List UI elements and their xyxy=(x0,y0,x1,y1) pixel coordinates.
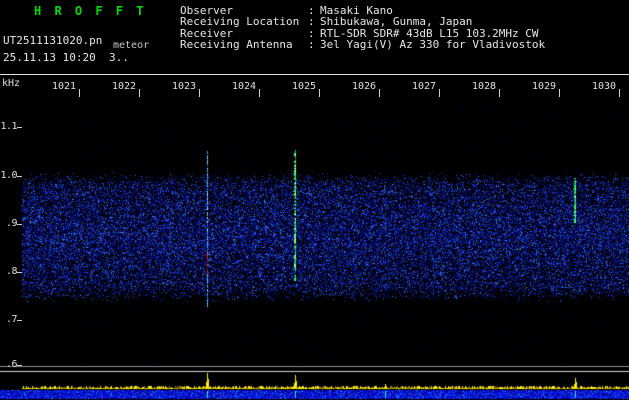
info-row-antenna: Receiving Antenna:3el Yagi(V) Az 330 for… xyxy=(180,38,546,52)
khz-tick xyxy=(17,320,22,321)
minute-tick xyxy=(319,89,320,97)
x-tick-label: 1028 xyxy=(472,81,497,92)
y-tick-label: .9 xyxy=(5,218,18,229)
y-tick-label: .8 xyxy=(5,266,18,277)
y-tick-label: 1.1 xyxy=(0,121,17,132)
info-value: 3el Yagi(V) Az 330 for Vladivostok xyxy=(320,38,546,52)
khz-tick xyxy=(17,272,22,273)
spectrogram-canvas xyxy=(0,76,629,400)
app-title: H R O F F T xyxy=(34,4,147,18)
minute-tick xyxy=(199,89,200,97)
x-tick-label: 1023 xyxy=(172,81,197,92)
y-tick-label: 1.0 xyxy=(0,170,17,181)
x-tick-label: 1030 xyxy=(592,81,617,92)
minute-tick xyxy=(619,89,620,97)
y-tick-label: .6 xyxy=(5,359,18,370)
station-info: Observer: Masaki Kano Receiving Location:… xyxy=(180,5,545,51)
minute-tick xyxy=(259,89,260,97)
x-tick-label: 1027 xyxy=(412,81,437,92)
x-tick-label: 1026 xyxy=(352,81,377,92)
khz-tick xyxy=(17,365,22,366)
x-tick-label: 1022 xyxy=(112,81,137,92)
khz-tick xyxy=(17,176,22,177)
x-tick-label: 1025 xyxy=(292,81,317,92)
y-tick-label: .7 xyxy=(5,314,18,325)
x-tick-label: 1029 xyxy=(532,81,557,92)
x-tick-label: 1024 xyxy=(232,81,257,92)
minute-tick xyxy=(379,89,380,97)
minute-tick xyxy=(139,89,140,97)
minute-tick xyxy=(559,89,560,97)
khz-tick xyxy=(17,224,22,225)
minute-tick xyxy=(79,89,80,97)
hrofft-screen: H R O F F T UT2511131020.pn meteor 25.11… xyxy=(0,0,629,400)
info-colon: : xyxy=(308,38,315,52)
info-label: Receiving Antenna xyxy=(180,38,293,52)
y-axis-unit: kHz xyxy=(2,78,21,89)
minute-tick xyxy=(499,89,500,97)
minute-tick xyxy=(439,89,440,97)
datetime-line: 25.11.13 10:20 3.. xyxy=(3,51,129,64)
header-separator xyxy=(0,74,629,75)
khz-tick xyxy=(17,127,22,128)
x-tick-label: 1021 xyxy=(52,81,77,92)
output-filename: UT2511131020.pn xyxy=(3,34,103,47)
